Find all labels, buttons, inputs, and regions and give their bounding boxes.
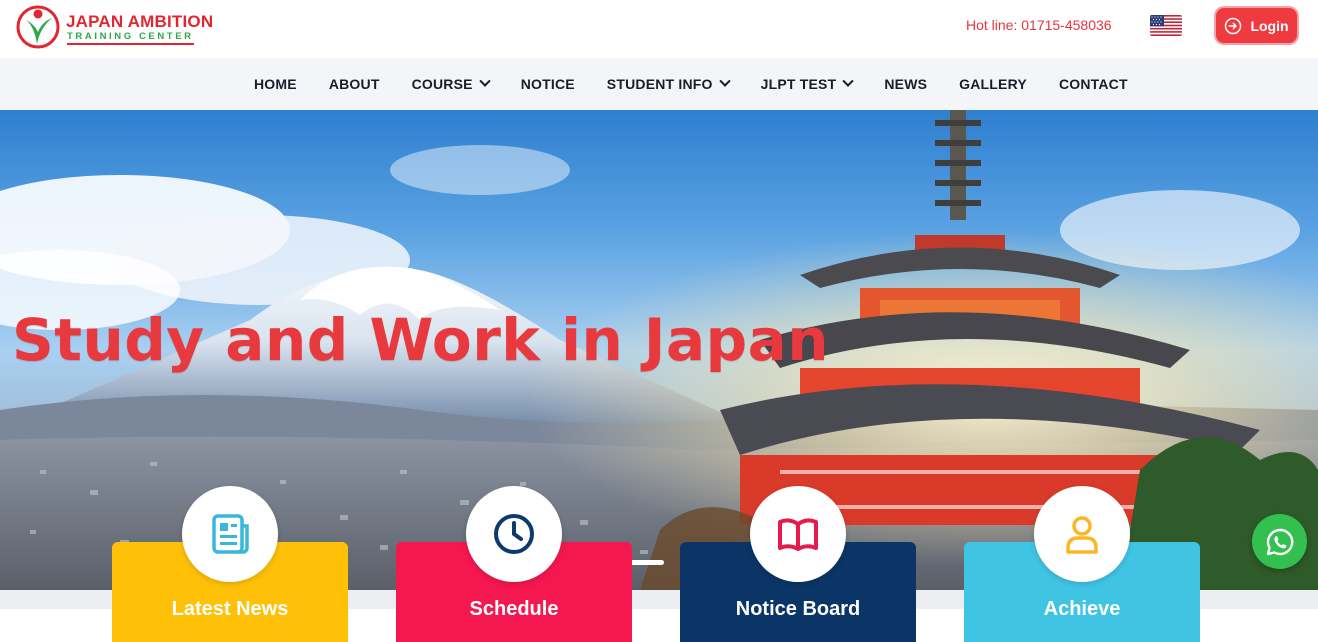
book-icon[interactable] bbox=[750, 486, 846, 582]
nav-label: COURSE bbox=[411, 76, 473, 92]
logo-mark-icon bbox=[16, 5, 60, 49]
logo-title: JAPAN AMBITION bbox=[66, 12, 214, 31]
nav-home[interactable]: HOME bbox=[254, 76, 297, 92]
news-icon[interactable] bbox=[182, 486, 278, 582]
hotline-text: Hot line: 01715-458036 bbox=[966, 17, 1112, 33]
chevron-down-icon bbox=[842, 75, 855, 87]
nav-student-info[interactable]: STUDENT INFO bbox=[606, 75, 731, 92]
site-logo[interactable]: JAPAN AMBITION TRAINING CENTER bbox=[16, 4, 216, 50]
slider-pagination bbox=[630, 560, 664, 565]
chevron-down-icon bbox=[718, 75, 731, 87]
nav-notice[interactable]: NOTICE bbox=[521, 76, 575, 92]
nav-label: NOTICE bbox=[520, 76, 575, 92]
nav-label: NEWS bbox=[884, 76, 928, 92]
main-nav: HOME ABOUT COURSE NOTICE STUDENT INFO JL… bbox=[0, 58, 1318, 110]
login-button[interactable]: Login bbox=[1216, 8, 1297, 43]
logo-subtitle: TRAINING CENTER bbox=[67, 31, 194, 45]
hero-title: Study and Work in Japan bbox=[12, 306, 830, 374]
nav-gallery[interactable]: GALLERY bbox=[959, 76, 1027, 92]
login-label: Login bbox=[1250, 17, 1289, 34]
nav-jlpt-test[interactable]: JLPT TEST bbox=[760, 75, 855, 92]
slider-dot-active[interactable] bbox=[630, 560, 664, 565]
card-label: Achieve bbox=[1043, 598, 1121, 620]
login-icon bbox=[1225, 17, 1242, 34]
nav-contact[interactable]: CONTACT bbox=[1059, 76, 1128, 92]
nav-label: HOME bbox=[254, 76, 297, 92]
user-icon[interactable] bbox=[1034, 486, 1130, 582]
whatsapp-icon[interactable] bbox=[1252, 514, 1307, 569]
nav-label: CONTACT bbox=[1058, 76, 1128, 92]
nav-about[interactable]: ABOUT bbox=[329, 76, 380, 92]
us-flag-icon[interactable] bbox=[1150, 15, 1182, 36]
chevron-down-icon bbox=[479, 75, 491, 87]
card-label: Notice Board bbox=[735, 598, 861, 620]
nav-label: JLPT TEST bbox=[760, 76, 837, 92]
nav-label: ABOUT bbox=[328, 76, 380, 92]
nav-label: GALLERY bbox=[959, 76, 1027, 92]
card-label: Schedule bbox=[469, 598, 559, 620]
top-header: JAPAN AMBITION TRAINING CENTER Hot line:… bbox=[0, 0, 1318, 58]
nav-course[interactable]: COURSE bbox=[411, 75, 491, 92]
nav-news[interactable]: NEWS bbox=[884, 76, 927, 92]
card-label: Latest News bbox=[171, 598, 289, 620]
clock-icon[interactable] bbox=[466, 486, 562, 582]
nav-label: STUDENT INFO bbox=[606, 76, 713, 92]
